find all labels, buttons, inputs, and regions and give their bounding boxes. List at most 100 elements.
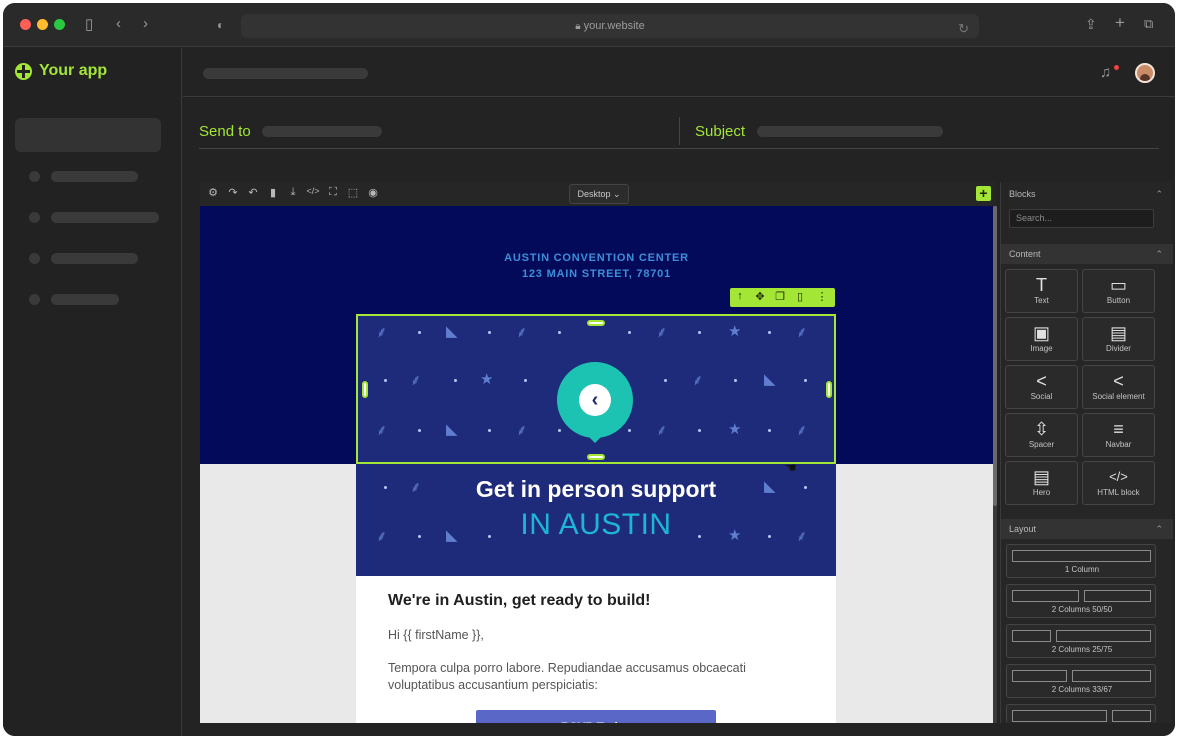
- fullscreen-icon[interactable]: ⛶: [326, 186, 340, 199]
- image-icon: ▣: [1032, 323, 1050, 343]
- block-html[interactable]: </> HTML block: [1082, 461, 1155, 505]
- layout-title: Layout: [1009, 524, 1037, 534]
- tabs-overview-icon[interactable]: ⧉: [1144, 15, 1153, 33]
- minimize-window-button[interactable]: [37, 19, 48, 30]
- menu-icon: ≡: [1113, 419, 1124, 439]
- undo-icon[interactable]: ↶: [246, 186, 260, 199]
- layout-2-columns-50-50[interactable]: 2 Columns 50/50: [1006, 584, 1156, 618]
- notification-bell-icon[interactable]: ♫: [1100, 64, 1119, 82]
- block-label: HTML block: [1097, 488, 1140, 497]
- trash-icon[interactable]: ▮: [266, 186, 280, 199]
- resize-handle-right[interactable]: [826, 381, 832, 398]
- email-heading: We're in Austin, get ready to build!: [388, 592, 651, 609]
- device-select[interactable]: Desktop ⌄: [569, 184, 629, 204]
- subject-input[interactable]: [757, 126, 943, 137]
- avatar[interactable]: [1135, 63, 1155, 83]
- sidebar-item[interactable]: [51, 212, 159, 223]
- resize-handle-left[interactable]: [362, 381, 368, 398]
- browser-toolbar: ▯ ‹ › ◐ 🔒︎ your.website ↻ ⇪ + ⧉: [3, 3, 1175, 47]
- download-icon[interactable]: ⤓: [286, 186, 300, 199]
- resize-handle-top[interactable]: [587, 320, 605, 326]
- email-body-text: Tempora culpa porro labore. Repudiandae …: [388, 661, 746, 692]
- layout-label: 2 Columns 25/75: [1051, 645, 1113, 654]
- sidebar-item-icon: [29, 253, 40, 264]
- shield-icon[interactable]: ◐: [217, 16, 224, 34]
- block-label: Hero: [1032, 488, 1051, 497]
- new-tab-icon[interactable]: +: [1115, 14, 1125, 32]
- move-icon[interactable]: ✥: [752, 290, 768, 303]
- chevron-up-icon[interactable]: ⌃: [1155, 184, 1163, 204]
- settings-icon[interactable]: ⚙: [206, 186, 220, 199]
- forward-icon[interactable]: ›: [143, 15, 148, 33]
- main-area: ♫ Send to Subject ⚙ ↷ ↶ ▮ ⤓ </> ⛶ ⬚ ◉ De…: [183, 48, 1175, 736]
- content-section-header[interactable]: Content ⌃: [1001, 244, 1173, 264]
- divider-icon: ▤: [1109, 323, 1127, 343]
- block-text[interactable]: T Text: [1005, 269, 1078, 313]
- sidebar-item-active[interactable]: [15, 118, 161, 152]
- block-label: Button: [1106, 296, 1131, 305]
- resize-handle-bottom[interactable]: [587, 454, 605, 460]
- chevron-down-icon: ⌄: [613, 189, 621, 199]
- layout-section-header[interactable]: Layout ⌃: [1001, 519, 1173, 539]
- block-label: Text: [1034, 296, 1049, 305]
- code-icon: </>: [1109, 469, 1128, 484]
- maximize-window-button[interactable]: [54, 19, 65, 30]
- chevron-up-icon[interactable]: ⌃: [1155, 519, 1163, 539]
- sidebar-toggle-icon[interactable]: ▯: [85, 16, 93, 34]
- email-canvas[interactable]: AUSTIN CONVENTION CENTER 123 MAIN STREET…: [200, 206, 993, 723]
- layout-2-columns-33-67[interactable]: 2 Columns 33/67: [1006, 664, 1156, 698]
- address-bar[interactable]: 🔒︎ your.website ↻: [241, 14, 979, 38]
- block-social[interactable]: < Social: [1005, 365, 1078, 409]
- rsvp-button[interactable]: RSVP Today: [476, 710, 716, 723]
- blocks-panel-header[interactable]: Blocks ⌃: [1001, 184, 1173, 204]
- reload-icon[interactable]: ↻: [958, 17, 969, 41]
- layout-column: [1012, 550, 1151, 562]
- copy-icon[interactable]: ❐: [772, 290, 788, 303]
- back-icon[interactable]: ‹: [116, 15, 121, 33]
- select-parent-icon[interactable]: ↑: [732, 290, 748, 302]
- block-navbar[interactable]: ≡ Navbar: [1082, 413, 1155, 457]
- send-to-input[interactable]: [262, 126, 382, 137]
- sidebar-item[interactable]: [51, 294, 119, 305]
- sidebar-item-icon: [29, 212, 40, 223]
- add-block-button[interactable]: +: [976, 186, 991, 201]
- block-button[interactable]: ▭ Button: [1082, 269, 1155, 313]
- email-content-card[interactable]: We're in Austin, get ready to build! Hi …: [356, 576, 836, 723]
- redo-icon[interactable]: ↷: [226, 186, 240, 199]
- lock-icon: 🔒︎: [575, 21, 581, 32]
- more-options-icon[interactable]: ⋮: [814, 290, 830, 303]
- layout-1-column[interactable]: 1 Column: [1006, 544, 1156, 578]
- selected-block-outline[interactable]: [356, 314, 836, 464]
- block-label: Spacer: [1028, 440, 1055, 449]
- block-social-element[interactable]: < Social element: [1082, 365, 1155, 409]
- blocks-search-input[interactable]: Search...: [1009, 209, 1154, 228]
- spacer-icon: ⇳: [1033, 419, 1050, 439]
- app-brand[interactable]: Your app: [15, 62, 107, 80]
- block-label: Social element: [1092, 392, 1145, 401]
- share-icon[interactable]: ⇪: [1085, 15, 1097, 33]
- fields-underline: [199, 148, 1159, 149]
- block-divider[interactable]: ▤ Divider: [1082, 317, 1155, 361]
- layout-column: [1012, 630, 1051, 642]
- block-spacer[interactable]: ⇳ Spacer: [1005, 413, 1078, 457]
- close-window-button[interactable]: [20, 19, 31, 30]
- block-hero[interactable]: ▤ Hero: [1005, 461, 1078, 505]
- code-icon[interactable]: </>: [306, 186, 320, 196]
- chevron-up-icon[interactable]: ⌃: [1155, 244, 1163, 264]
- layout-more[interactable]: [1006, 704, 1156, 723]
- app-logo-icon: [15, 62, 32, 80]
- borders-icon[interactable]: ⬚: [346, 186, 360, 199]
- share-icon: <: [1113, 371, 1124, 391]
- block-label: Divider: [1106, 344, 1131, 353]
- sidebar-item[interactable]: [51, 253, 138, 264]
- sidebar-item[interactable]: [51, 171, 138, 182]
- layout-column: [1012, 670, 1067, 682]
- block-toolbar: ↑ ✥ ❐ ▯ ⋮: [730, 288, 835, 307]
- layout-2-columns-25-75[interactable]: 2 Columns 25/75: [1006, 624, 1156, 658]
- delete-icon[interactable]: ▯: [792, 290, 808, 303]
- canvas-scrollbar-thumb[interactable]: [993, 206, 997, 506]
- preview-eye-icon[interactable]: ◉: [366, 186, 380, 199]
- block-image[interactable]: ▣ Image: [1005, 317, 1078, 361]
- sidebar-item-icon: [29, 294, 40, 305]
- browser-window: ▯ ‹ › ◐ 🔒︎ your.website ↻ ⇪ + ⧉ Your app …: [3, 3, 1175, 736]
